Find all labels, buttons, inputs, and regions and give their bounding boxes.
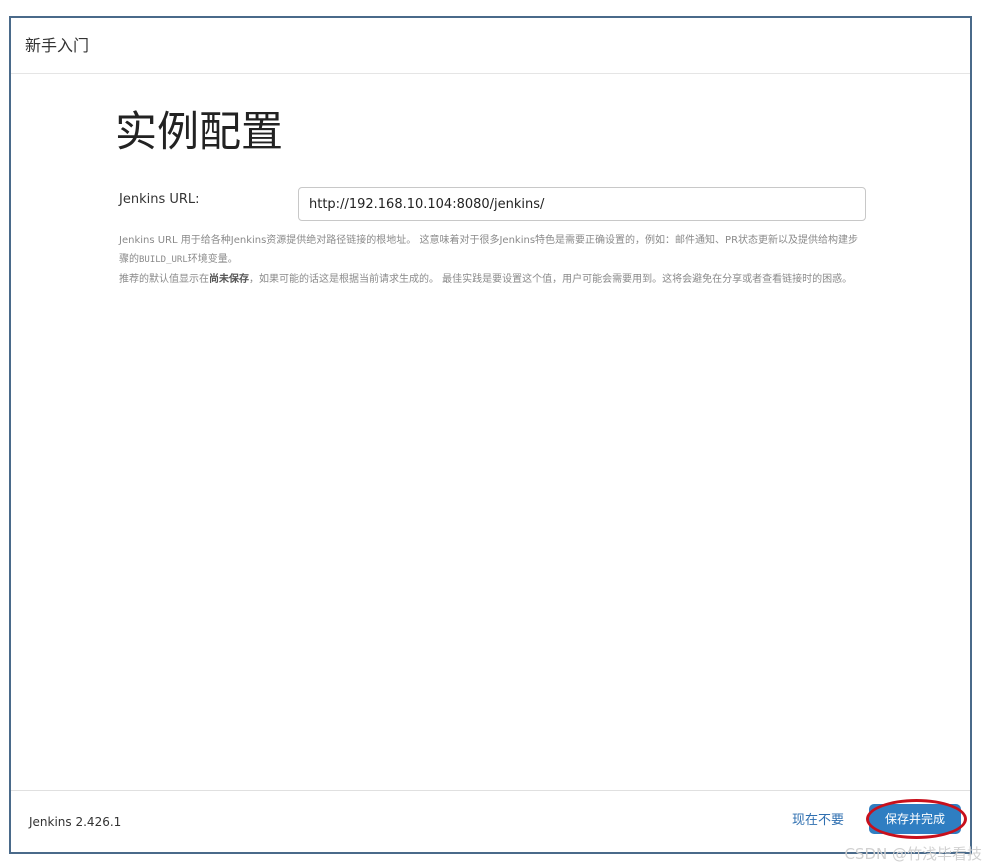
dialog-title: 新手入门	[25, 36, 90, 55]
build-url-code: BUILD_URL	[139, 255, 188, 265]
page-title: 实例配置	[115, 107, 284, 156]
jenkins-url-label: Jenkins URL:	[119, 192, 200, 207]
help-paragraph-default: 推荐的默认值显示在尚未保存，如果可能的话这是根据当前请求生成的。 最佳实践是要设…	[119, 270, 867, 289]
help-text-line2-end: ，如果可能的话这是根据当前请求生成的。 最佳实践是要设置这个值，用户可能会需要用…	[249, 274, 853, 285]
jenkins-url-input[interactable]	[298, 187, 866, 221]
setup-wizard-dialog: 新手入门 实例配置 Jenkins URL: Jenkins URL 用于给各种…	[9, 16, 972, 854]
dialog-header: 新手入门	[11, 18, 970, 74]
not-saved-emphasis: 尚未保存	[209, 274, 249, 285]
dialog-footer: Jenkins 2.426.1 现在不要 保存并完成	[11, 790, 970, 852]
help-text-line2: 推荐的默认值显示在	[119, 274, 209, 285]
help-text: Jenkins URL 用于给各种Jenkins资源提供绝对路径链接的根地址。 …	[119, 231, 867, 289]
save-and-finish-button[interactable]: 保存并完成	[869, 804, 961, 834]
jenkins-version: Jenkins 2.426.1	[29, 815, 122, 829]
skip-link[interactable]: 现在不要	[792, 813, 844, 829]
watermark: CSDN @竹浅毕看技	[844, 845, 982, 863]
help-text-line1-end: 环境变量。	[187, 254, 238, 265]
help-paragraph-url: Jenkins URL 用于给各种Jenkins资源提供绝对路径链接的根地址。 …	[119, 231, 867, 270]
